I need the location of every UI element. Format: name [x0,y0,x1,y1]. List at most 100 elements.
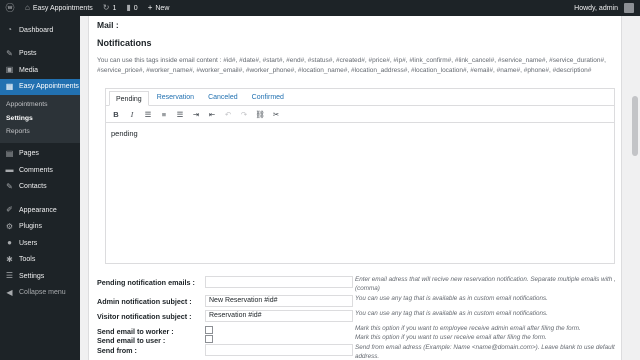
admin-subject-hint: You can use any tag that is available as… [355,295,548,302]
indent-icon[interactable]: ⇥ [189,108,203,121]
wordpress-logo-button[interactable]: ⓦ [0,0,20,16]
sidebar-item-users[interactable]: ● Users [0,235,80,252]
unlink-icon[interactable]: ✂ [269,108,283,121]
updates-count: 1 [112,4,117,12]
outdent-icon[interactable]: ⇤ [205,108,219,121]
link-icon[interactable]: ⛓ [253,108,267,121]
sidebar-item-label: Media [19,66,39,74]
sidebar-item-label: Contacts [19,183,47,191]
sidebar-item-label: Appearance [19,206,57,214]
sidebar-item-label: Dashboard [19,26,54,34]
sidebar-item-comments[interactable]: ▬ Comments [0,162,80,179]
site-name: Easy Appointments [32,4,93,12]
updates-icon: ↻ [102,3,110,12]
sidebar-item-label: Tools [19,256,36,264]
available-tags-text: You can use this tags inside email conte… [97,57,606,74]
send-user-checkbox[interactable] [205,335,213,343]
tab-confirmed[interactable]: Confirmed [246,90,290,105]
sidebar-item-label: Users [19,239,38,247]
brush-icon: ✐ [6,205,13,215]
collapse-menu-button[interactable]: ◀ Collapse menu [0,285,80,302]
align-right-icon[interactable]: ☰ [173,108,187,121]
sidebar-item-posts[interactable]: ✎ Posts [0,46,80,63]
submenu-item-reports[interactable]: Reports [0,125,80,139]
admin-subject-input[interactable]: New Reservation #id# [205,295,353,307]
send-worker-checkbox[interactable] [205,326,213,334]
sidebar-item-pages[interactable]: ▤ Pages [0,146,80,163]
collapse-icon: ◀ [6,287,13,297]
calendar-icon: ▦ [5,81,14,91]
notifications-heading: Notifications [97,38,152,48]
sidebar-item-settings[interactable]: ☰ Settings [0,268,80,285]
visitor-subject-input[interactable]: Reservation #id# [205,310,353,322]
account-menu[interactable]: Howdy, admin [569,0,640,16]
sidebar-item-label: Pages [19,150,39,158]
align-left-icon[interactable]: ☰ [141,108,155,121]
align-center-icon[interactable]: ≡ [157,108,171,121]
visitor-subject-label: Visitor notification subject : [97,312,192,321]
plugin-icon: ⚙ [5,221,14,231]
send-user-label: Send email to user : [97,336,166,345]
undo-icon[interactable]: ↶ [221,108,235,121]
settings-icon: ☰ [5,271,14,281]
settings-panel: Mail : Notifications You can use this ta… [88,16,622,360]
sidebar-item-dashboard[interactable]: ◔ Dashboard [0,22,80,39]
comment-icon: ▮ [126,3,131,12]
admin-bar: ⓦ ⌂ Easy Appointments ↻ 1 ▮ 0 + New Howd… [0,0,640,16]
new-label: New [155,4,170,12]
howdy-text: Howdy, admin [574,4,618,12]
wrench-icon: ✱ [6,254,13,264]
send-user-hint: Mark this option if you want to user rec… [355,334,547,341]
pending-emails-label: Pending notification emails : [97,278,195,287]
sidebar-item-contacts[interactable]: ✎ Contacts [0,179,80,196]
italic-icon[interactable]: I [125,108,139,121]
new-content-link[interactable]: + New [143,0,175,16]
editor-content-area[interactable]: pending [106,123,614,144]
site-name-link[interactable]: ⌂ Easy Appointments [20,0,98,16]
sidebar-item-label: Comments [19,166,53,174]
page-scrollbar[interactable] [630,16,640,360]
pending-emails-hint: Enter email adress that will recive new … [355,276,616,292]
sidebar-item-label: Posts [19,50,37,58]
editor-text: pending [111,129,138,138]
page-icon: ▤ [5,148,14,158]
sidebar-item-plugins[interactable]: ⚙ Plugins [0,219,80,236]
sidebar-item-label: Settings [19,272,45,280]
admin-sidebar: ◔ Dashboard ✎ Posts ▣ Media ▦ Easy Appoi… [0,16,80,360]
send-from-input[interactable] [205,344,353,356]
notification-editor: Pending Reservation Canceled Confirmed B… [105,88,615,264]
send-worker-label: Send email to worker : [97,327,174,336]
send-worker-hint: Mark this option if you want to employee… [355,325,581,332]
tab-reservation[interactable]: Reservation [151,90,200,105]
easy-appointments-submenu: Appointments Settings Reports [0,95,80,143]
send-from-hint: Send from email adress (Example: Name <n… [355,344,615,360]
submenu-item-settings[interactable]: Settings [0,112,80,126]
wordpress-icon: ⓦ [5,2,15,13]
redo-icon[interactable]: ↷ [237,108,251,121]
scrollbar-thumb[interactable] [632,96,638,156]
avatar [624,3,634,13]
visitor-subject-hint: You can use any tag that is available as… [355,310,548,317]
editor-toolbar: B I ☰ ≡ ☰ ⇥ ⇤ ↶ ↷ ⛓ ✂ [106,106,614,123]
users-icon: ● [7,238,12,248]
updates-link[interactable]: ↻ 1 [98,0,122,16]
comments-count: 0 [133,4,138,12]
sidebar-item-media[interactable]: ▣ Media [0,62,80,79]
pin-icon: ✎ [6,48,13,58]
sidebar-item-easy-appointments[interactable]: ▦ Easy Appointments [0,78,80,95]
admin-subject-label: Admin notification subject : [97,297,192,306]
mail-heading: Mail : [97,20,119,30]
submenu-item-appointments[interactable]: Appointments [0,98,80,112]
dashboard-icon: ◔ [7,25,12,35]
tab-pending[interactable]: Pending [109,91,149,106]
comments-link[interactable]: ▮ 0 [121,0,142,16]
tab-canceled[interactable]: Canceled [202,90,244,105]
pending-emails-input[interactable] [205,276,353,288]
media-icon: ▣ [5,65,14,75]
send-from-label: Send from : [97,346,137,355]
sidebar-item-tools[interactable]: ✱ Tools [0,252,80,269]
sidebar-item-appearance[interactable]: ✐ Appearance [0,202,80,219]
sidebar-item-label: Collapse menu [19,289,66,297]
bold-icon[interactable]: B [109,108,123,121]
main-content: Mail : Notifications You can use this ta… [80,16,640,360]
